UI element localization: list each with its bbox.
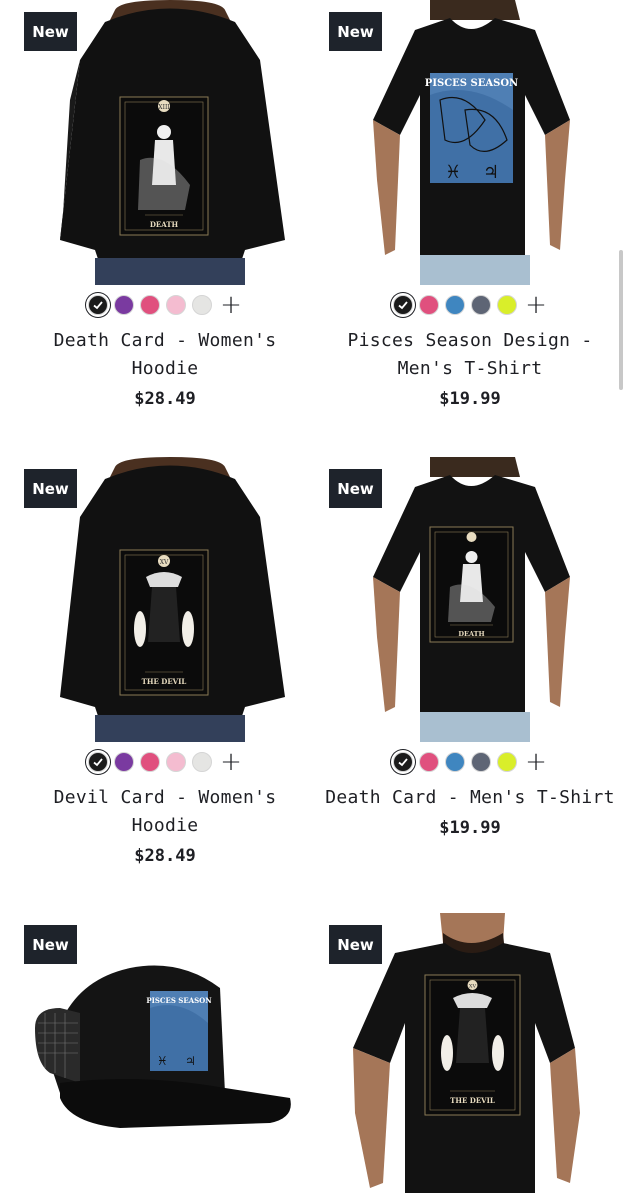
swatch-blue[interactable] [445, 752, 466, 772]
svg-text:XV: XV [469, 984, 477, 990]
check-icon [93, 301, 103, 310]
check-icon [398, 301, 408, 310]
product-image[interactable]: New XV THE DEVIL [325, 913, 615, 1198]
swatch-yellow[interactable] [497, 295, 518, 315]
swatch-pink[interactable] [419, 752, 440, 772]
product-title[interactable]: Devil Card - Women's Hoodie [20, 784, 310, 840]
design-label: PISCES SEASON [146, 996, 212, 1005]
design-label: DEATH [150, 220, 179, 229]
swatch-light-pink[interactable] [166, 295, 187, 315]
swatch-pink[interactable] [419, 295, 440, 315]
check-icon [398, 758, 408, 767]
color-swatches: + [325, 292, 615, 318]
new-badge: New [329, 469, 382, 508]
svg-text:♓: ♓ [445, 162, 461, 183]
swatch-blue[interactable] [445, 295, 466, 315]
check-icon [93, 758, 103, 767]
swatch-purple[interactable] [114, 295, 135, 315]
new-badge: New [329, 12, 382, 51]
swatch-black[interactable] [88, 752, 109, 772]
svg-text:♃: ♃ [185, 1054, 196, 1068]
product-card[interactable]: New XV THE DEVIL [325, 913, 615, 1198]
swatch-white[interactable] [192, 752, 213, 772]
product-card[interactable]: New XV THE DEVIL [20, 457, 310, 866]
product-image[interactable]: New PISCES SEASON ♓ ♃ [20, 913, 310, 1198]
product-image[interactable]: New PISCES SEASON ♓ ♃ [325, 0, 615, 285]
swatch-black[interactable] [88, 295, 109, 315]
swatch-pink[interactable] [140, 752, 161, 772]
swatch-light-pink[interactable] [166, 752, 187, 772]
product-card[interactable]: New XIII DEATH + Death Card - Women's Ho… [20, 0, 310, 409]
swatch-black[interactable] [393, 295, 414, 315]
design-label: THE DEVIL [450, 1096, 495, 1105]
product-card[interactable]: New PISCES SEASON ♓ ♃ [325, 0, 615, 409]
product-image[interactable]: New XV THE DEVIL [20, 457, 310, 742]
product-title[interactable]: Death Card - Men's T-Shirt [325, 784, 615, 812]
more-colors-icon[interactable]: + [220, 292, 242, 318]
swatch-yellow[interactable] [497, 752, 518, 772]
design-label: PISCES SEASON [425, 78, 518, 89]
color-swatches: + [20, 749, 310, 775]
new-badge: New [24, 12, 77, 51]
color-swatches: + [20, 292, 310, 318]
product-price: $28.49 [134, 389, 196, 409]
product-image[interactable]: New XIII DEATH [20, 0, 310, 285]
product-card[interactable]: New DEATH + Death Card - Men's T-Shirt $… [325, 457, 615, 838]
product-title[interactable]: Pisces Season Design - Men's T-Shirt [325, 327, 615, 383]
product-image[interactable]: New DEATH [325, 457, 615, 742]
svg-text:XIII: XIII [158, 104, 170, 111]
svg-text:♓: ♓ [157, 1054, 168, 1068]
product-price: $19.99 [439, 389, 501, 409]
new-badge: New [24, 469, 77, 508]
swatch-gray[interactable] [471, 752, 492, 772]
product-card[interactable]: New PISCES SEASON ♓ ♃ [20, 913, 310, 1198]
design-label: DEATH [458, 630, 484, 638]
new-badge: New [329, 925, 382, 964]
svg-text:♃: ♃ [483, 162, 499, 183]
more-colors-icon[interactable]: + [525, 749, 547, 775]
swatch-purple[interactable] [114, 752, 135, 772]
more-colors-icon[interactable]: + [220, 749, 242, 775]
product-price: $19.99 [439, 818, 501, 838]
swatch-black[interactable] [393, 752, 414, 772]
product-title[interactable]: Death Card - Women's Hoodie [20, 327, 310, 383]
scrollbar[interactable] [619, 250, 623, 390]
more-colors-icon[interactable]: + [525, 292, 547, 318]
design-label: THE DEVIL [142, 677, 187, 686]
swatch-pink[interactable] [140, 295, 161, 315]
swatch-white[interactable] [192, 295, 213, 315]
color-swatches: + [325, 749, 615, 775]
swatch-gray[interactable] [471, 295, 492, 315]
product-price: $28.49 [134, 846, 196, 866]
new-badge: New [24, 925, 77, 964]
svg-text:XV: XV [160, 559, 169, 566]
